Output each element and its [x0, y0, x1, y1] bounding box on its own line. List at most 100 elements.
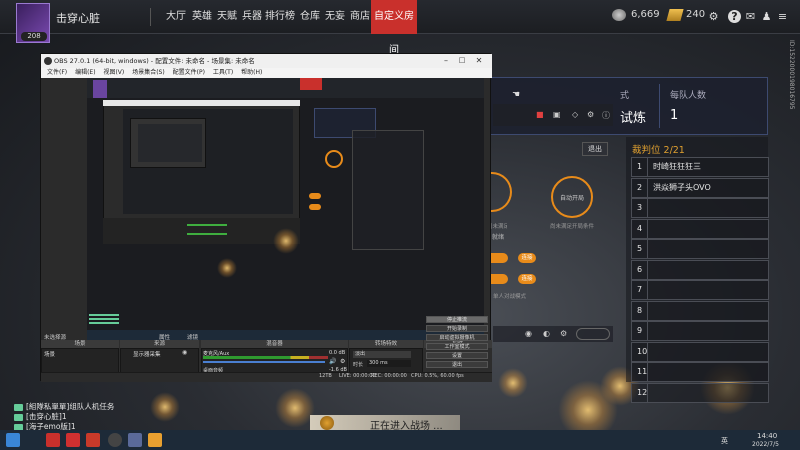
eye-icon[interactable]: ◉ [182, 349, 187, 356]
transition-select[interactable]: 淡出 [353, 351, 411, 358]
exit-button[interactable]: 退出 [426, 361, 488, 368]
transition-duration-field[interactable]: 300 ms [367, 360, 411, 367]
settings-button[interactable]: 设置 [426, 352, 488, 359]
judge-row[interactable]: 9 [631, 321, 769, 341]
close-icon[interactable]: ✕ [473, 56, 485, 66]
preview-judge-list [352, 130, 424, 250]
taskbar-app-icon[interactable] [46, 433, 60, 447]
start-icon[interactable] [6, 433, 20, 447]
settings-icon[interactable]: ⚙ [707, 10, 720, 23]
nav-item-storage[interactable]: 仓库 [298, 0, 322, 34]
start-recording-button[interactable]: 开始录制 [426, 325, 488, 332]
nav-item-shop[interactable]: 商店 [348, 0, 372, 34]
menu-tools[interactable]: 工具(T) [213, 69, 233, 76]
judge-name [651, 203, 653, 212]
chat-tag: [击穿心脏] [26, 412, 62, 421]
level-badge: 208 [21, 32, 47, 41]
tray-date: 2022/7/5 [752, 441, 779, 448]
nav-item-weapons[interactable]: 兵器 [240, 0, 264, 34]
speaker-icon[interactable]: ◐ [543, 329, 550, 338]
obs-preview[interactable] [87, 78, 484, 340]
divider [647, 158, 648, 176]
source-item[interactable]: 显示器采集 [133, 350, 161, 358]
preview-pill [309, 193, 321, 199]
divider [647, 260, 648, 279]
connect-button[interactable]: 连接 [518, 274, 536, 284]
chat-badge [14, 413, 23, 421]
mixer-ch1-slider[interactable] [203, 361, 325, 363]
judge-row[interactable]: 4 [631, 218, 769, 239]
divider [647, 342, 648, 361]
lang-indicator[interactable]: 英 [721, 436, 728, 446]
settings-icon[interactable]: ⚙ [340, 358, 345, 365]
nested-dock [103, 218, 300, 244]
sources-dock-header: 来源 [120, 340, 199, 348]
exit-button[interactable]: 退出 [582, 142, 608, 156]
chat-badge [14, 403, 23, 411]
judge-row[interactable]: 5 [631, 239, 769, 259]
preview-topbar [87, 78, 484, 98]
menu-icon[interactable]: ≡ [776, 10, 789, 23]
nav-item-ranking[interactable]: 排行榜 [265, 0, 295, 34]
nav-item-custom-room[interactable]: 自定义房间 [371, 0, 417, 56]
judge-row[interactable]: 2 洪焱狮子头OVO [631, 177, 769, 198]
id-watermark: ID:1522000198016795 [788, 40, 795, 110]
orange-pill[interactable] [490, 253, 508, 263]
studio-mode-button[interactable]: 工作室模式 [426, 343, 488, 350]
minimize-icon[interactable]: – [440, 56, 452, 66]
nav-item-wuwang[interactable]: 无妄 [323, 0, 347, 34]
avatar[interactable]: 208 [16, 3, 50, 43]
mixer-dock-header: 混音器 [201, 340, 348, 348]
gift-icon[interactable]: ■ [536, 110, 546, 120]
info-icon[interactable]: ⓘ [602, 110, 612, 120]
judge-row[interactable]: 7 [631, 280, 769, 300]
currency-2: 240 [686, 9, 706, 20]
settings-icon[interactable]: ⚙ [587, 110, 597, 120]
judge-name [651, 306, 653, 315]
hand-icon[interactable]: ☚ [512, 90, 522, 100]
menu-scene-collection[interactable]: 场景集合(S) [132, 69, 165, 76]
maximize-icon[interactable]: □ [456, 56, 468, 66]
preview-pill [309, 204, 321, 210]
nav-item-heroes[interactable]: 英雄 [190, 0, 214, 34]
settings-icon[interactable]: ⚙ [560, 329, 567, 338]
taskbar-app-icon[interactable] [148, 433, 162, 447]
nav-item-lobby[interactable]: 大厅 [163, 0, 189, 34]
menu-profile[interactable]: 配置文件(P) [173, 69, 205, 76]
friends-icon[interactable]: ♟ [760, 10, 773, 23]
judge-row[interactable]: 1 时崎狂狂狂三 [631, 157, 769, 177]
invite-button[interactable] [576, 328, 610, 340]
taskbar-app-icon[interactable] [86, 433, 100, 447]
obs-menu-bar: 文件(F) 编辑(E) 视图(V) 场景集合(S) 配置文件(P) 工具(T) … [41, 68, 492, 78]
stop-streaming-button[interactable]: 停止推流 [426, 316, 488, 323]
obs-title: OBS 27.0.1 (64-bit, windows) - 配置文件: 未命名… [54, 57, 255, 65]
lock-icon[interactable]: ▣ [553, 110, 563, 120]
taskbar-app-icon[interactable] [66, 433, 80, 447]
judge-row[interactable]: 10 [631, 341, 769, 362]
mute-icon[interactable]: 🔊 [329, 358, 336, 365]
orange-pill[interactable] [490, 274, 508, 284]
virtual-camera-button[interactable]: 启动虚拟摄像机 [426, 334, 488, 341]
menu-file[interactable]: 文件(F) [47, 69, 67, 76]
divider [647, 240, 648, 258]
judge-number: 8 [637, 305, 643, 315]
judge-row[interactable]: 6 [631, 259, 769, 280]
judge-row[interactable]: 8 [631, 300, 769, 321]
nav-item-talents[interactable]: 天赋 [215, 0, 239, 34]
help-icon[interactable]: ? [728, 10, 741, 23]
mail-icon[interactable]: ✉ [744, 10, 757, 23]
menu-view[interactable]: 视图(V) [103, 69, 124, 76]
scene-item[interactable]: 场景 [44, 350, 55, 358]
divider [647, 301, 648, 320]
share-icon[interactable]: ◇ [572, 110, 582, 120]
mic-icon[interactable]: ◉ [525, 329, 532, 338]
taskbar-app-icon[interactable] [128, 433, 142, 447]
judge-row[interactable]: 3 [631, 198, 769, 218]
menu-help[interactable]: 帮助(H) [241, 69, 262, 76]
judge-row[interactable]: 11 [631, 362, 769, 382]
menu-edit[interactable]: 编辑(E) [75, 69, 95, 76]
judge-number: 10 [637, 346, 648, 356]
connect-button[interactable]: 连接 [518, 253, 536, 263]
obs-taskbar-icon[interactable] [108, 433, 122, 447]
judge-row[interactable]: 12 [631, 382, 769, 403]
